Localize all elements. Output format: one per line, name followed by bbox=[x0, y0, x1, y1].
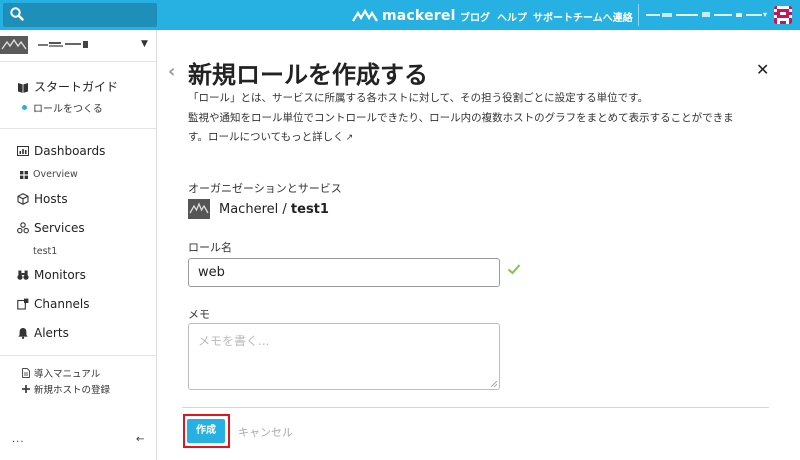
binoculars-icon bbox=[17, 270, 29, 280]
sidebar-item-label: test1 bbox=[33, 246, 58, 257]
path-separator: / bbox=[278, 201, 291, 217]
role-name-label: ロール名 bbox=[188, 241, 232, 254]
sidebar-item-label: Hosts bbox=[34, 192, 68, 206]
back-chevron-icon[interactable]: ‹ bbox=[168, 61, 175, 82]
sidebar-divider bbox=[0, 355, 156, 356]
role-name-input[interactable]: web bbox=[188, 258, 500, 287]
search-icon bbox=[10, 7, 24, 21]
nav-support-link[interactable]: サポートチームへ連絡 bbox=[533, 9, 633, 24]
external-link-icon: ↗ bbox=[345, 133, 354, 143]
create-button[interactable]: 作成 bbox=[187, 419, 225, 443]
cube-icon bbox=[17, 193, 29, 205]
dashboard-icon bbox=[17, 146, 29, 156]
sidebar-item-label: Services bbox=[34, 221, 85, 235]
sidebar-item-label: Channels bbox=[34, 297, 90, 311]
start-guide[interactable]: スタートガイド bbox=[17, 78, 118, 95]
page-title: 新規ロールを作成する bbox=[188, 61, 428, 89]
service-display: Macherel / test1 bbox=[188, 199, 329, 219]
org-logo bbox=[188, 199, 210, 219]
sidebar-item-overview[interactable]: Overview bbox=[20, 169, 78, 180]
cancel-button[interactable]: キャンセル bbox=[238, 424, 293, 440]
grid-icon bbox=[20, 170, 28, 179]
more-options-icon[interactable]: ... bbox=[12, 434, 25, 445]
start-guide-label: スタートガイド bbox=[34, 80, 119, 94]
close-icon[interactable]: ✕ bbox=[756, 60, 769, 79]
memo-label: メモ bbox=[188, 308, 210, 321]
sidebar-item-label: Monitors bbox=[34, 268, 86, 282]
sidebar: ▼ スタートガイド ロールをつくる Dashboards Overview Ho… bbox=[0, 30, 157, 460]
mackerel-logo-icon bbox=[352, 9, 378, 22]
book-icon bbox=[18, 82, 28, 93]
sidebar-item-label: Alerts bbox=[34, 326, 69, 340]
sidebar-item-alerts[interactable]: Alerts bbox=[17, 326, 69, 340]
org-switcher[interactable] bbox=[646, 11, 764, 19]
top-bar: mackerel ブログ ヘルプ サポートチームへ連絡 ▾ bbox=[0, 0, 800, 30]
channels-icon bbox=[17, 298, 29, 310]
plus-icon bbox=[22, 385, 30, 393]
org-name-text: Macherel bbox=[219, 201, 279, 217]
guide-step-create-role[interactable]: ロールをつくる bbox=[22, 100, 103, 115]
guide-step-label: ロールをつくる bbox=[33, 104, 103, 115]
org-name bbox=[38, 41, 88, 48]
sidebar-link-label: 導入マニュアル bbox=[34, 369, 101, 380]
form-divider bbox=[182, 407, 769, 408]
chevron-down-icon[interactable]: ▼ bbox=[141, 39, 148, 49]
sidebar-item-dashboards[interactable]: Dashboards bbox=[17, 144, 105, 158]
current-step-dot-icon bbox=[22, 105, 27, 110]
learn-more-link[interactable]: す。ロールについてもっと詳しく bbox=[188, 131, 344, 143]
bell-icon bbox=[18, 328, 28, 339]
sidebar-item-services[interactable]: Services bbox=[17, 221, 85, 235]
sidebar-item-service-test1[interactable]: test1 bbox=[33, 246, 57, 257]
collapse-sidebar-icon[interactable]: ← bbox=[136, 434, 144, 445]
sidebar-link-manual[interactable]: 導入マニュアル bbox=[22, 366, 100, 380]
memo-textarea[interactable]: メモを書く... bbox=[188, 323, 500, 390]
org-caret-icon[interactable]: ▾ bbox=[763, 10, 767, 19]
check-icon bbox=[507, 264, 521, 275]
sidebar-item-hosts[interactable]: Hosts bbox=[17, 192, 68, 206]
service-label: オーガニゼーションとサービス bbox=[188, 182, 342, 195]
document-icon bbox=[22, 368, 30, 378]
description-line: 監視や通知をロール単位でコントロールできたり、ロール内の複数ホストのグラフをまと… bbox=[188, 112, 734, 124]
description-more-link-line[interactable]: す。ロールについてもっと詳しく ↗ bbox=[188, 129, 773, 144]
sidebar-link-label: 新規ホストの登録 bbox=[34, 385, 111, 396]
nav-blog-link[interactable]: ブログ bbox=[460, 9, 490, 24]
sidebar-link-new-host[interactable]: 新規ホストの登録 bbox=[22, 382, 110, 396]
sidebar-item-channels[interactable]: Channels bbox=[17, 297, 90, 311]
services-icon bbox=[17, 222, 29, 234]
brand-logo[interactable]: mackerel bbox=[352, 8, 456, 24]
sidebar-item-monitors[interactable]: Monitors bbox=[17, 268, 86, 282]
nav-help-link[interactable]: ヘルプ bbox=[497, 9, 527, 24]
sidebar-item-label: Dashboards bbox=[34, 144, 106, 158]
memo-placeholder: メモを書く... bbox=[198, 334, 270, 348]
org-selector[interactable]: ▼ bbox=[0, 30, 156, 62]
resize-handle-icon[interactable] bbox=[491, 381, 497, 387]
org-logo bbox=[0, 36, 28, 54]
sidebar-item-label: Overview bbox=[33, 169, 78, 180]
brand-name: mackerel bbox=[382, 8, 456, 24]
sidebar-divider bbox=[0, 128, 156, 129]
search-box[interactable] bbox=[3, 3, 157, 27]
description-line: 「ロール」とは、サービスに所属する各ホストに対して、その担う役割ごとに設定する単… bbox=[188, 92, 649, 104]
user-avatar[interactable] bbox=[774, 6, 792, 24]
service-name-text: test1 bbox=[290, 201, 329, 217]
top-divider bbox=[638, 4, 639, 26]
